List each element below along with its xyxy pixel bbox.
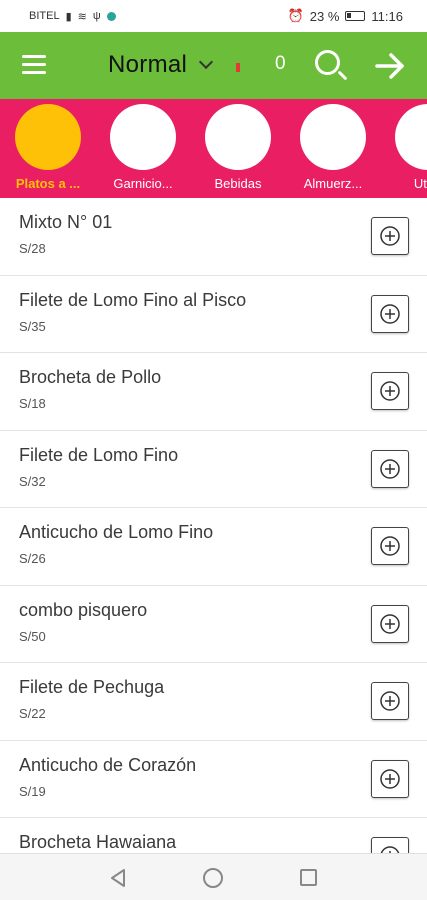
category-image bbox=[300, 104, 366, 170]
list-item[interactable]: Filete de Lomo Fino al Pisco S/35 bbox=[0, 276, 427, 353]
add-button[interactable] bbox=[371, 837, 409, 853]
add-button[interactable] bbox=[371, 527, 409, 565]
product-name: Filete de Lomo Fino bbox=[19, 444, 179, 465]
product-price: S/35 bbox=[19, 318, 46, 334]
category-label: Garnicio... bbox=[113, 176, 173, 191]
wifi-icon: ≋ bbox=[77, 10, 87, 23]
status-right: ⏰ 23 % 11:16 bbox=[288, 8, 403, 24]
system-nav-bar bbox=[0, 853, 427, 900]
product-name: Filete de Lomo Fino al Pisco bbox=[19, 289, 247, 310]
list-item[interactable]: Brocheta de Pollo S/18 bbox=[0, 353, 427, 431]
plus-circle-icon bbox=[380, 226, 400, 246]
cart-count: 0 bbox=[275, 53, 286, 74]
product-price: S/32 bbox=[19, 473, 46, 489]
category-item-bebidas[interactable]: Bebidas bbox=[198, 104, 278, 191]
category-carousel[interactable]: Platos a ... Garnicio... Bebidas Almuerz… bbox=[0, 99, 427, 198]
category-item-platos[interactable]: Platos a ... bbox=[8, 104, 88, 191]
category-image bbox=[110, 104, 176, 170]
category-label: Platos a ... bbox=[15, 176, 81, 191]
plus-circle-icon bbox=[380, 458, 400, 479]
category-image bbox=[15, 104, 81, 170]
product-name: Mixto N° 01 bbox=[19, 212, 113, 232]
add-button[interactable] bbox=[371, 217, 409, 255]
category-item-guarniciones[interactable]: Garnicio... bbox=[103, 104, 183, 191]
status-left: BITEL ▮ ≋ ψ bbox=[29, 10, 116, 23]
product-name: combo pisquero bbox=[19, 599, 148, 620]
product-list[interactable]: Mixto N° 01 S/28 Filete de Lomo Fino al … bbox=[0, 198, 427, 853]
back-icon[interactable] bbox=[109, 868, 127, 893]
product-name: Filete de Pechuga bbox=[19, 677, 165, 697]
plus-circle-icon bbox=[380, 846, 400, 853]
product-price: S/50 bbox=[19, 628, 46, 644]
plus-circle-icon bbox=[380, 536, 400, 556]
add-button[interactable] bbox=[371, 372, 409, 410]
list-item[interactable]: Anticucho de Lomo Fino S/26 bbox=[0, 508, 427, 586]
product-price: S/19 bbox=[19, 783, 46, 799]
arrow-right-icon[interactable] bbox=[372, 49, 408, 83]
alarm-icon: ⏰ bbox=[287, 8, 304, 23]
battery-icon bbox=[345, 11, 366, 21]
category-image bbox=[395, 104, 427, 170]
list-item[interactable]: Brocheta Hawaiana bbox=[0, 818, 427, 853]
list-item[interactable]: combo pisquero S/50 bbox=[0, 586, 427, 663]
add-button[interactable] bbox=[371, 294, 409, 333]
product-price: S/18 bbox=[19, 396, 46, 411]
category-item-utiles[interactable]: Utilic bbox=[388, 104, 427, 191]
plus-circle-icon bbox=[380, 768, 400, 789]
product-name: Brocheta de Pollo bbox=[19, 367, 162, 387]
clock-time: 11:16 bbox=[371, 8, 403, 24]
list-item[interactable]: Filete de Lomo Fino S/32 bbox=[0, 431, 427, 508]
plus-circle-icon bbox=[380, 691, 400, 711]
signal-icon: ▮ bbox=[65, 10, 72, 23]
category-label: Bebidas bbox=[214, 176, 262, 191]
chevron-down-icon bbox=[199, 54, 214, 70]
plus-circle-icon bbox=[380, 613, 400, 634]
list-item[interactable]: Anticucho de Corazón S/19 bbox=[0, 741, 427, 818]
list-item[interactable]: Mixto N° 01 S/28 bbox=[0, 198, 427, 276]
category-label: Almuerz... bbox=[303, 176, 363, 191]
add-button[interactable] bbox=[371, 449, 409, 488]
product-price: S/22 bbox=[19, 706, 46, 721]
category-label: Utilic bbox=[413, 176, 427, 191]
mode-label: Normal bbox=[108, 51, 188, 78]
carrier-label: BITEL bbox=[29, 10, 60, 22]
add-button[interactable] bbox=[371, 682, 409, 720]
recents-icon[interactable] bbox=[300, 869, 317, 886]
app-toolbar: Normal 0 bbox=[0, 32, 427, 99]
product-name: Anticucho de Corazón bbox=[19, 754, 197, 775]
product-name: Brocheta Hawaiana bbox=[19, 832, 177, 852]
cart-indicator-icon bbox=[236, 63, 240, 72]
category-item-almuerzos[interactable]: Almuerz... bbox=[293, 104, 373, 191]
usb-icon: ψ bbox=[92, 10, 101, 22]
app-notification-icon bbox=[106, 11, 116, 21]
battery-percent: 23 % bbox=[309, 8, 340, 24]
category-image bbox=[205, 104, 271, 170]
list-item[interactable]: Filete de Pechuga S/22 bbox=[0, 663, 427, 741]
menu-icon[interactable] bbox=[22, 55, 46, 75]
add-button[interactable] bbox=[371, 759, 409, 798]
mode-dropdown[interactable]: Normal bbox=[108, 48, 214, 82]
product-price: S/28 bbox=[19, 241, 46, 256]
product-price: S/26 bbox=[19, 551, 46, 566]
plus-circle-icon bbox=[380, 381, 400, 401]
search-icon[interactable] bbox=[313, 48, 349, 84]
product-name: Anticucho de Lomo Fino bbox=[19, 522, 214, 542]
plus-circle-icon bbox=[380, 303, 400, 324]
status-bar: BITEL ▮ ≋ ψ ⏰ 23 % 11:16 bbox=[0, 0, 427, 32]
add-button[interactable] bbox=[371, 604, 409, 643]
home-icon[interactable] bbox=[203, 868, 223, 888]
